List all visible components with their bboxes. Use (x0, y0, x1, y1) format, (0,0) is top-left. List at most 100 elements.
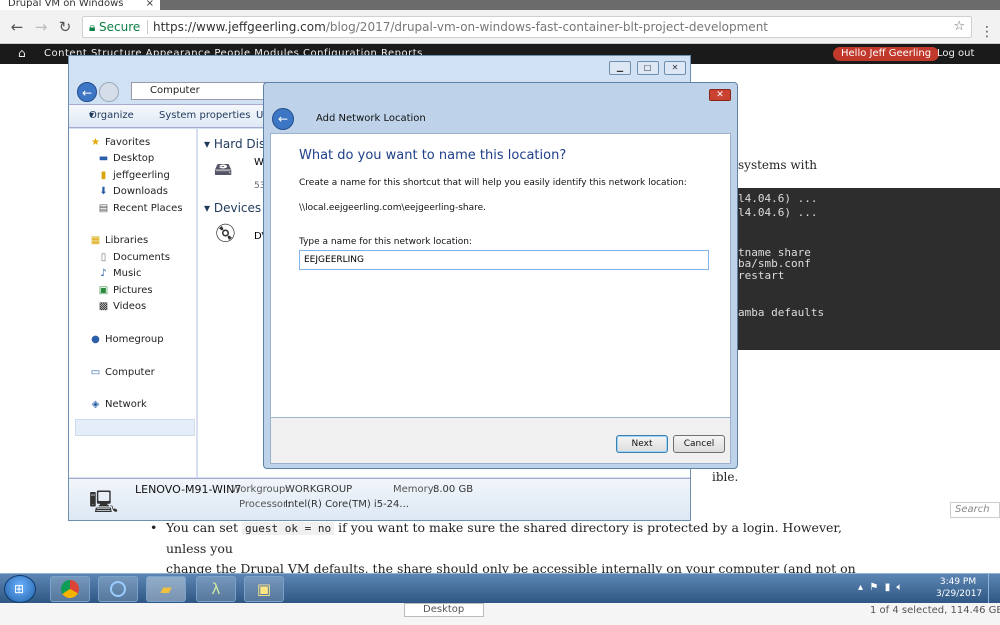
chrome-menu-icon[interactable]: ⋮ (980, 24, 994, 40)
windows-logo-icon: ⊞ (14, 582, 25, 596)
nav-computer[interactable]: ▭ Computer (89, 367, 155, 378)
documents-icon: ▯ (100, 252, 107, 263)
nav-label: Pictures (113, 285, 153, 296)
star-icon: ★ (91, 137, 100, 148)
nav-libraries[interactable]: ▦ Libraries (89, 235, 148, 246)
details-pane: 🖳︎ LENOVO-M91-WIN7 Workgroup: WORKGROUP … (69, 478, 690, 520)
dialog-header: ← Add Network Location (270, 105, 731, 133)
nav-desktop[interactable]: ▬ Desktop (97, 153, 154, 164)
explorer-titlebar[interactable]: ▁ □ ✕ (69, 56, 690, 80)
logout-link[interactable]: Log out (937, 48, 974, 59)
workgroup-value: WORKGROUP (285, 484, 353, 495)
status-text: 1 of 4 selected, 114.46 GB avai (870, 605, 1000, 616)
nav-homegroup[interactable]: ● Homegroup (89, 334, 164, 345)
pictures-icon: ▣ (98, 285, 109, 296)
nav-pictures[interactable]: ▣ Pictures (97, 285, 153, 296)
bullet-dot: • (150, 520, 158, 535)
nav-label: Downloads (113, 186, 168, 197)
nav-documents[interactable]: ▯ Documents (97, 252, 170, 263)
hello-user-badge[interactable]: Hello Jeff Geerling (833, 47, 940, 61)
maximize-icon[interactable]: □ (636, 61, 659, 75)
page-text-fragment: systems with (738, 158, 818, 172)
cancel-button[interactable]: Cancel (673, 435, 725, 453)
nav-label: Network (105, 399, 147, 410)
recent-places-icon: ▤ (98, 203, 109, 214)
network-wizard-taskbar-icon[interactable]: ▣ (244, 576, 284, 602)
system-properties-button[interactable]: System properties (159, 105, 251, 127)
tab-close-icon[interactable]: × (146, 0, 154, 9)
desktop-item[interactable]: Desktop (404, 603, 484, 617)
secure-label: Secure (99, 20, 141, 34)
explorer-taskbar-icon[interactable]: ▰ (146, 576, 186, 602)
app-taskbar-icon[interactable] (98, 576, 138, 602)
location-name-input[interactable] (299, 250, 709, 270)
tab-title: Drupal VM on Windows (8, 0, 124, 9)
close-icon[interactable]: ✕ (664, 61, 686, 75)
nav-label: Computer (105, 367, 155, 378)
browser-tab[interactable]: Drupal VM on Windows × (0, 0, 160, 10)
address-bar[interactable]: 🔒︎ Secure https://www.jeffgeerling.com/b… (82, 16, 972, 38)
nav-jeffgeerling[interactable]: ▮ jeffgeerling (97, 170, 170, 181)
back-arrow-icon[interactable]: ← (272, 108, 294, 130)
show-desktop-button[interactable] (988, 574, 1000, 604)
computer-icon: ▭ (90, 367, 101, 378)
forward-arrow-icon[interactable] (99, 82, 119, 102)
nav-label: Favorites (105, 137, 151, 148)
network-path: \\local.eejgeerling.com\eejgeerling-shar… (299, 203, 487, 213)
browser-toolbar: ← → ↻ 🔒︎ Secure https://www.jeffgeerling… (0, 10, 1000, 44)
code-line: l4.04.6) ... (738, 206, 818, 219)
minimize-icon[interactable]: ▁ (609, 61, 631, 75)
memory-value: 8.00 GB (433, 484, 474, 495)
terminal-taskbar-icon[interactable]: λ (196, 576, 236, 602)
forward-arrow-icon[interactable]: → (32, 18, 50, 36)
windows-taskbar: ⊞ ▰ λ ▣ ▴ ⚑ ▮ 🔈︎ 3:49 PM 3/29/2017 (0, 573, 1000, 604)
dialog-body: What do you want to name this location? … (270, 133, 731, 418)
clock[interactable]: 3:49 PM 3/29/2017 (936, 576, 983, 600)
close-icon[interactable]: ✕ (709, 89, 731, 101)
bookmark-star-icon[interactable]: ☆ (953, 17, 965, 37)
dvd-drive-icon[interactable]: 💿︎ (214, 223, 237, 244)
nav-network[interactable]: ◈ Network (89, 399, 147, 410)
home-icon[interactable]: ⌂ (18, 46, 26, 60)
search-input[interactable]: Search (950, 502, 1000, 518)
navigation-pane: ★ Favorites ▬ Desktop ▮ jeffgeerling ⬇ Downl… (69, 129, 197, 477)
downloads-icon: ⬇ (99, 186, 108, 197)
nav-downloads[interactable]: ⬇ Downloads (97, 186, 168, 197)
homegroup-icon: ● (91, 334, 100, 345)
organize-label: Organize (89, 110, 134, 121)
back-arrow-icon[interactable]: ← (77, 82, 97, 102)
nav-label: jeffgeerling (113, 170, 170, 181)
dialog-title: Add Network Location (316, 113, 426, 124)
add-network-location-dialog: ✕ ← Add Network Location What do you wan… (263, 82, 738, 469)
workgroup-label: Workgroup: (231, 484, 289, 495)
processor-value: Intel(R) Core(TM) i5-24... (285, 499, 409, 510)
back-arrow-icon[interactable]: ← (8, 18, 26, 36)
desktop-icon: ▬ (98, 153, 109, 164)
url-text: https://www.jeffgeerling.com/blog/2017/d… (153, 17, 768, 37)
name-input-label: Type a name for this network location: (299, 237, 472, 247)
nav-recent[interactable]: ▤ Recent Places (97, 203, 183, 214)
memory-label: Memory: (393, 484, 437, 495)
nav-videos[interactable]: ▩ Videos (97, 301, 146, 312)
chrome-taskbar-icon[interactable] (50, 576, 90, 602)
nav-label: Documents (113, 252, 171, 263)
clock-time: 3:49 PM (939, 577, 977, 587)
nav-label: Homegroup (105, 334, 164, 345)
hard-drive-icon[interactable]: 🖴︎ (214, 157, 232, 187)
libraries-icon: ▦ (90, 235, 101, 246)
dialog-instruction: Create a name for this shortcut that wil… (299, 178, 687, 188)
clock-date: 3/29/2017 (936, 589, 983, 599)
nav-label: Libraries (105, 235, 149, 246)
reload-icon[interactable]: ↻ (56, 18, 74, 36)
system-tray[interactable]: ▴ ⚑ ▮ 🔈︎ (858, 582, 903, 593)
breadcrumb[interactable]: Computer (150, 85, 200, 96)
computer-name: LENOVO-M91-WIN7 (135, 483, 242, 496)
nav-music[interactable]: ♪ Music (97, 268, 141, 279)
nav-label: Music (113, 268, 142, 279)
lock-icon: 🔒︎ (89, 20, 96, 34)
organize-menu[interactable]: Organize ▾ (89, 105, 134, 127)
start-button[interactable]: ⊞ (4, 575, 36, 603)
nav-favorites[interactable]: ★ Favorites (89, 137, 150, 148)
next-button[interactable]: Next (616, 435, 668, 453)
section-hard-disk[interactable]: ▾ Hard Disk (204, 137, 272, 151)
